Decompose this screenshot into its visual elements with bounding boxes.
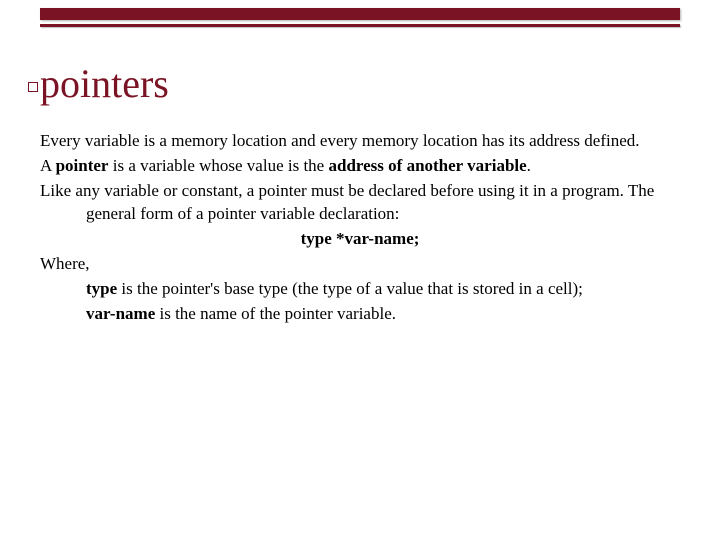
title-bullet-icon: [28, 82, 38, 92]
paragraph-3: Like any variable or constant, a pointer…: [40, 180, 680, 226]
body-content: Every variable is a memory location and …: [40, 130, 680, 328]
declaration-line: type *var-name;: [40, 228, 680, 251]
slide-title: pointers: [40, 60, 169, 107]
bold-varname: var-name: [86, 304, 155, 323]
bar-thin: [40, 24, 680, 27]
text: A: [40, 156, 56, 175]
bold-address: address of another variable: [328, 156, 526, 175]
bar-thick: [40, 8, 680, 20]
varname-line: var-name is the name of the pointer vari…: [40, 303, 680, 326]
text: .: [527, 156, 531, 175]
bold-pointer: pointer: [56, 156, 109, 175]
paragraph-1: Every variable is a memory location and …: [40, 130, 680, 153]
paragraph-2: A pointer is a variable whose value is t…: [40, 155, 680, 178]
decorative-bars: [40, 8, 680, 27]
type-line: type is the pointer's base type (the typ…: [40, 278, 680, 301]
bold-type: type: [86, 279, 117, 298]
text: is a variable whose value is the: [108, 156, 328, 175]
text: is the name of the pointer variable.: [155, 304, 396, 323]
where-label: Where,: [40, 253, 680, 276]
text: is the pointer's base type (the type of …: [117, 279, 583, 298]
